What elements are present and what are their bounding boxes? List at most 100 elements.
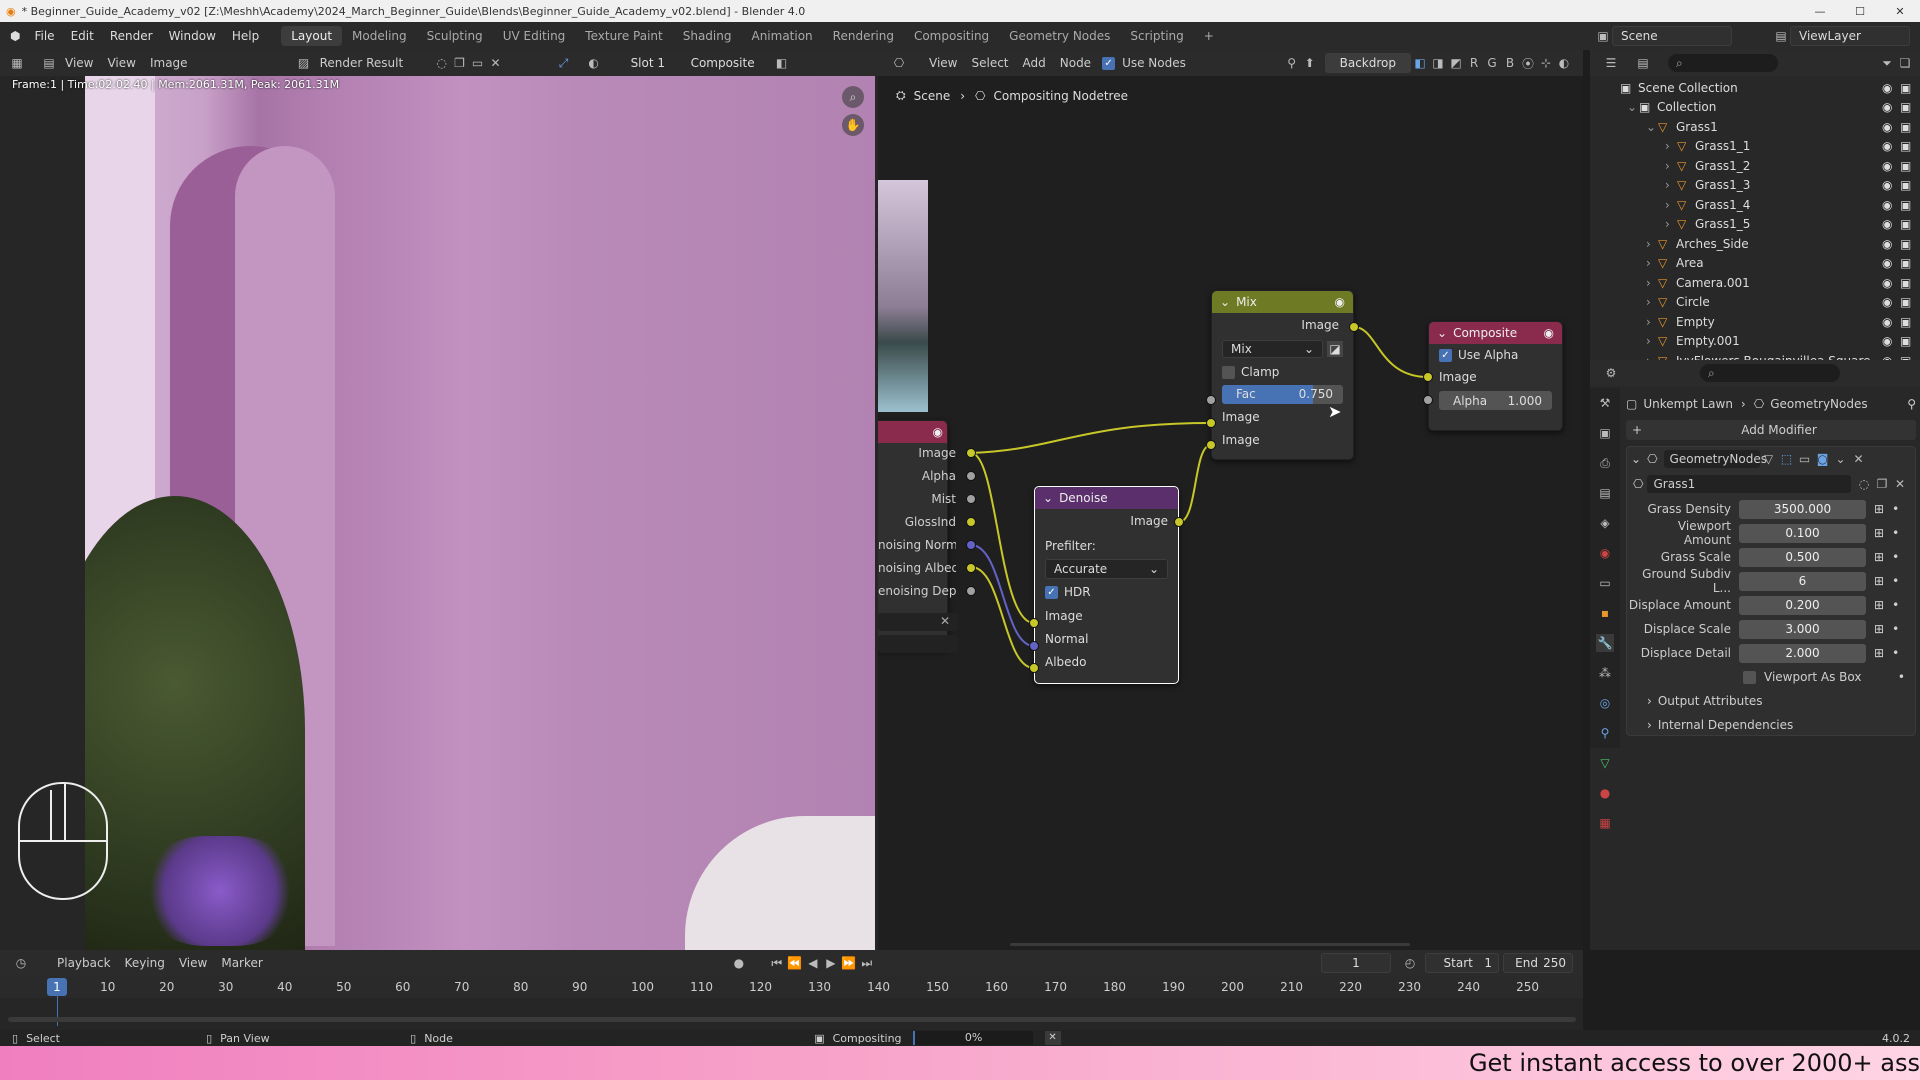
expand-arrow-icon[interactable]: › (1665, 217, 1677, 231)
socket-denoise-normal[interactable] (1029, 641, 1039, 651)
collection-tab-icon[interactable]: ▭ (1596, 574, 1614, 592)
cage-icon[interactable]: ⬚ (1778, 450, 1796, 468)
socket-rl-mist[interactable] (966, 494, 976, 504)
node-preview-icon[interactable]: ◉ (1335, 295, 1345, 309)
image-mode-icon[interactable]: ▤ (40, 54, 58, 72)
menu-keying[interactable]: Keying (118, 954, 172, 972)
mix-node[interactable]: ⌄ Mix ◉ Image Mix ⌄ ◪ Clamp Fac 0.750 Im… (1211, 290, 1354, 460)
visibility-eye-icon[interactable]: ◉ (1882, 315, 1900, 329)
outliner-item[interactable]: › ▽ Camera.001 ◉ ▣ (1590, 273, 1920, 293)
world-tab-icon[interactable]: ◉ (1596, 544, 1614, 562)
viewport-icon[interactable]: ▭ (1796, 450, 1814, 468)
expand-arrow-icon[interactable]: ⌄ (1646, 120, 1658, 134)
expand-arrow-icon[interactable]: › (1646, 315, 1658, 329)
tab-shading[interactable]: Shading (673, 26, 742, 46)
menu-view[interactable]: View (58, 54, 100, 72)
render-result-field[interactable]: Render Result (313, 54, 433, 72)
add-workspace-button[interactable]: + (1194, 26, 1224, 46)
tab-scripting[interactable]: Scripting (1120, 26, 1193, 46)
modifier-input-field[interactable]: 0.500 (1739, 547, 1866, 567)
outliner-item[interactable]: ▣ Scene Collection ◉ ▣ (1590, 78, 1920, 98)
visibility-eye-icon[interactable]: ◉ (1882, 217, 1900, 231)
socket-mix-image-2[interactable] (1206, 440, 1216, 450)
outliner-item[interactable]: ⌄ ▣ Collection ◉ ▣ (1590, 98, 1920, 118)
render-camera-icon[interactable]: ▣ (1900, 198, 1920, 212)
expand-arrow-icon[interactable]: › (1665, 159, 1677, 173)
texture-tab-icon[interactable]: ▦ (1596, 814, 1614, 832)
keyframe-dot-icon[interactable]: • (1892, 646, 1899, 660)
view-layer-selector[interactable]: ViewLayer (1790, 26, 1910, 46)
menu-help[interactable]: Help (224, 29, 267, 43)
blender-menu-icon[interactable]: ⬢ (10, 29, 20, 43)
zoom-gizmo-icon[interactable]: ⌕ (842, 86, 864, 108)
visibility-eye-icon[interactable]: ◉ (1882, 256, 1900, 270)
auto-keying-icon[interactable]: ● (730, 954, 748, 972)
timeline-scrollbar[interactable] (8, 1017, 1576, 1022)
render-camera-icon[interactable]: ▣ (1900, 139, 1920, 153)
properties-type-icon[interactable]: ⚙ (1602, 364, 1620, 382)
visibility-eye-icon[interactable]: ◉ (1882, 237, 1900, 251)
cancel-job-button[interactable]: ✕ (1044, 1031, 1061, 1045)
image-browse-icon[interactable]: ▨ (295, 54, 313, 72)
tab-geometry-nodes[interactable]: Geometry Nodes (999, 26, 1120, 46)
unlink-icon[interactable]: ✕ (1891, 475, 1909, 493)
attribute-toggle-icon[interactable]: ⊞ (1874, 646, 1884, 660)
render-camera-icon[interactable]: ▣ (1900, 276, 1920, 290)
visibility-eye-icon[interactable]: ◉ (1882, 120, 1900, 134)
expand-arrow-icon[interactable]: › (1646, 237, 1658, 251)
chevron-down-icon[interactable]: ⌄ (1832, 450, 1850, 468)
use-alpha-row[interactable]: ✓ Use Alpha (1429, 344, 1562, 366)
collapse-arrow-icon[interactable]: ⌄ (1043, 491, 1053, 505)
object-tab-icon[interactable]: ▪ (1596, 604, 1614, 622)
fake-user-icon[interactable]: ◌ (1855, 475, 1873, 493)
outliner-item[interactable]: ⌄ ▽ Grass1 ◉ ▣ (1590, 117, 1920, 137)
viewport-as-box-checkbox[interactable] (1743, 670, 1756, 684)
socket-denoise-out[interactable] (1174, 517, 1184, 527)
attribute-toggle-icon[interactable]: ⊞ (1874, 622, 1884, 636)
menu-playback[interactable]: Playback (50, 954, 118, 972)
minimize-button[interactable]: — (1800, 5, 1840, 18)
duplicate-icon[interactable]: ❐ (1873, 475, 1891, 493)
modifier-input-field[interactable]: 0.100 (1739, 523, 1866, 543)
socket-rl-image[interactable] (966, 448, 976, 458)
outliner-item[interactable]: › ▽ Grass1_3 ◉ ▣ (1590, 176, 1920, 196)
expand-arrow-icon[interactable]: › (1646, 295, 1658, 309)
viewport-as-box-row[interactable]: Viewport As Box • (1627, 665, 1915, 689)
prefilter-dropdown[interactable]: Accurate ⌄ (1045, 559, 1168, 579)
attribute-toggle-icon[interactable]: ⊞ (1874, 598, 1884, 612)
outliner-item[interactable]: › ▽ Empty ◉ ▣ (1590, 312, 1920, 332)
frame-ruler[interactable]: 10 20 30 40 50 60 70 80 90 100 110 120 130 140 150 160 1… (0, 976, 1583, 998)
socket-mix-fac[interactable] (1206, 395, 1216, 405)
keyframe-dot-icon[interactable]: • (1892, 502, 1899, 516)
editor-type-icon[interactable]: ▦ (8, 54, 26, 72)
render-camera-icon[interactable]: ▣ (1900, 237, 1920, 251)
visibility-eye-icon[interactable]: ◉ (1882, 178, 1900, 192)
jump-start-icon[interactable]: ⏮ (768, 954, 786, 972)
socket-rl-albedo[interactable] (966, 563, 976, 573)
particles-tab-icon[interactable]: ⁂ (1596, 664, 1614, 682)
end-frame-field[interactable]: End 250 (1503, 953, 1573, 973)
modifier-input-field[interactable]: 0.200 (1739, 595, 1866, 615)
play-icon[interactable]: ▶ (822, 954, 840, 972)
expand-arrow-icon[interactable]: › (1665, 139, 1677, 153)
tab-modeling[interactable]: Modeling (342, 26, 417, 46)
visibility-eye-icon[interactable]: ◉ (1882, 295, 1900, 309)
close-window-button[interactable]: ✕ (1880, 5, 1920, 18)
socket-denoise-albedo[interactable] (1029, 663, 1039, 673)
unlink-icon[interactable]: ✕ (487, 54, 505, 72)
menu-timeline-view[interactable]: View (172, 954, 214, 972)
use-alpha-icon[interactable]: ◪ (1327, 341, 1343, 357)
tab-uv-editing[interactable]: UV Editing (493, 26, 576, 46)
tab-texture-paint[interactable]: Texture Paint (575, 26, 672, 46)
expand-arrow-icon[interactable]: ⌄ (1627, 100, 1639, 114)
keyframe-dot-icon[interactable]: • (1892, 574, 1899, 588)
current-frame-field[interactable]: 1 (1321, 953, 1391, 973)
node-preview-icon[interactable]: ◉ (1544, 326, 1554, 340)
panel-output-attributes[interactable]: › Output Attributes (1627, 689, 1915, 713)
use-alpha-checkbox[interactable]: ✓ (1439, 348, 1452, 362)
modifier-tab-icon[interactable]: 🔧 (1596, 634, 1614, 652)
outliner-item[interactable]: › ▽ Empty.001 ◉ ▣ (1590, 332, 1920, 352)
socket-mix-image-1[interactable] (1206, 418, 1216, 428)
render-tab-icon[interactable]: ▣ (1596, 424, 1614, 442)
clamp-checkbox[interactable] (1222, 365, 1235, 379)
